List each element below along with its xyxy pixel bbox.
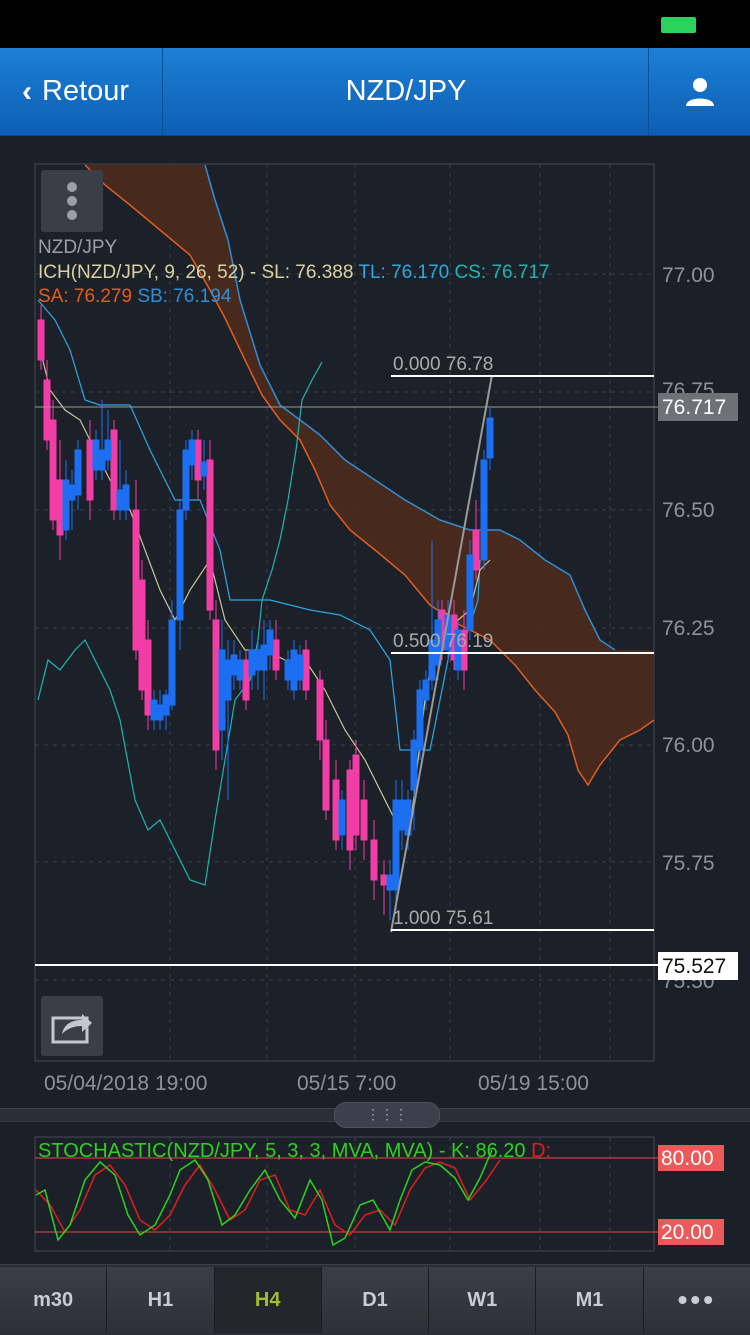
ichimoku-tl-value: 76.170 [391, 262, 450, 283]
date-tick: 05/19 15:00 [478, 1072, 589, 1095]
back-button[interactable]: ‹ Retour [0, 48, 163, 135]
ichimoku-legend-line2: SA: 76.279 SB: 76.194 [38, 286, 231, 308]
tab-d1[interactable]: D1 [321, 1267, 430, 1333]
tab-m1[interactable]: M1 [536, 1267, 644, 1333]
price-tick: 75.75 [662, 852, 715, 875]
share-button[interactable] [41, 996, 103, 1056]
ichimoku-legend-line1: ICH(NZD/JPY, 9, 26, 52) - SL: 76.388 TL:… [38, 262, 550, 284]
symbol-label: NZD/JPY [38, 237, 118, 258]
ichimoku-tl-label: TL: [358, 262, 386, 283]
line-price-label: 75.527 [662, 955, 726, 978]
page-title: NZD/JPY [345, 75, 467, 107]
user-button[interactable] [648, 48, 750, 135]
stochastic-d-label: D: [531, 1140, 552, 1162]
fibonacci-label-100: 1.000 75.61 [393, 908, 493, 929]
timeframe-tabs: m30 H1 H4 D1 W1 M1 ••• [0, 1264, 750, 1335]
share-icon [51, 1014, 92, 1044]
fibonacci-label-50: 0.500 76.19 [393, 631, 493, 652]
ichimoku-sb-label: SB: [137, 286, 168, 307]
price-tick: 76.00 [662, 734, 715, 757]
tab-more[interactable]: ••• [643, 1267, 750, 1333]
chart-menu-button[interactable] [41, 170, 103, 232]
tab-h1[interactable]: H1 [107, 1267, 215, 1333]
current-price-label: 76.717 [662, 396, 726, 419]
tab-h4[interactable]: H4 [214, 1267, 322, 1333]
ichimoku-sb-value: 76.194 [173, 286, 232, 307]
ichimoku-label: ICH(NZD/JPY, 9, 26, 52) - SL: [38, 262, 291, 283]
ichimoku-cs-value: 76.717 [491, 262, 550, 283]
fibonacci-label-0: 0.000 76.78 [393, 354, 493, 375]
ichimoku-sa-value: 76.279 [73, 286, 133, 307]
tab-w1[interactable]: W1 [429, 1267, 537, 1333]
price-tick: 76.50 [662, 499, 715, 522]
ichimoku-sl-value: 76.388 [295, 262, 354, 283]
date-tick: 05/15 7:00 [297, 1072, 396, 1095]
chevron-left-icon: ‹ [22, 74, 32, 108]
stochastic-label: STOCHASTIC(NZD/JPY, 5, 3, 3, MVA, MVA) -… [38, 1140, 526, 1162]
price-axis: 77.00 76.75 76.50 76.25 76.00 75.75 75.5… [662, 264, 715, 993]
price-tick: 77.00 [662, 264, 715, 287]
drag-handle-icon[interactable]: ⋮⋮⋮ [334, 1102, 440, 1128]
navigation-bar: ‹ Retour NZD/JPY [0, 48, 750, 136]
status-bar [0, 0, 750, 48]
back-label: Retour [42, 75, 130, 107]
date-tick: 05/04/2018 19:00 [44, 1072, 208, 1095]
ichimoku-cs-label: CS: [454, 262, 487, 283]
stochastic-legend: STOCHASTIC(NZD/JPY, 5, 3, 3, MVA, MVA) -… [38, 1140, 551, 1163]
user-icon [685, 77, 714, 106]
stochastic-upper-label: 80.00 [661, 1147, 714, 1170]
more-vertical-icon [67, 182, 77, 220]
price-tick: 76.25 [662, 617, 715, 640]
stochastic-lower-label: 20.00 [661, 1221, 714, 1244]
battery-icon [661, 17, 696, 33]
tab-m30[interactable]: m30 [0, 1267, 108, 1333]
ichimoku-sa-label: SA: [38, 286, 69, 307]
date-axis: 05/04/2018 19:00 05/15 7:00 05/19 15:00 [44, 1072, 589, 1095]
